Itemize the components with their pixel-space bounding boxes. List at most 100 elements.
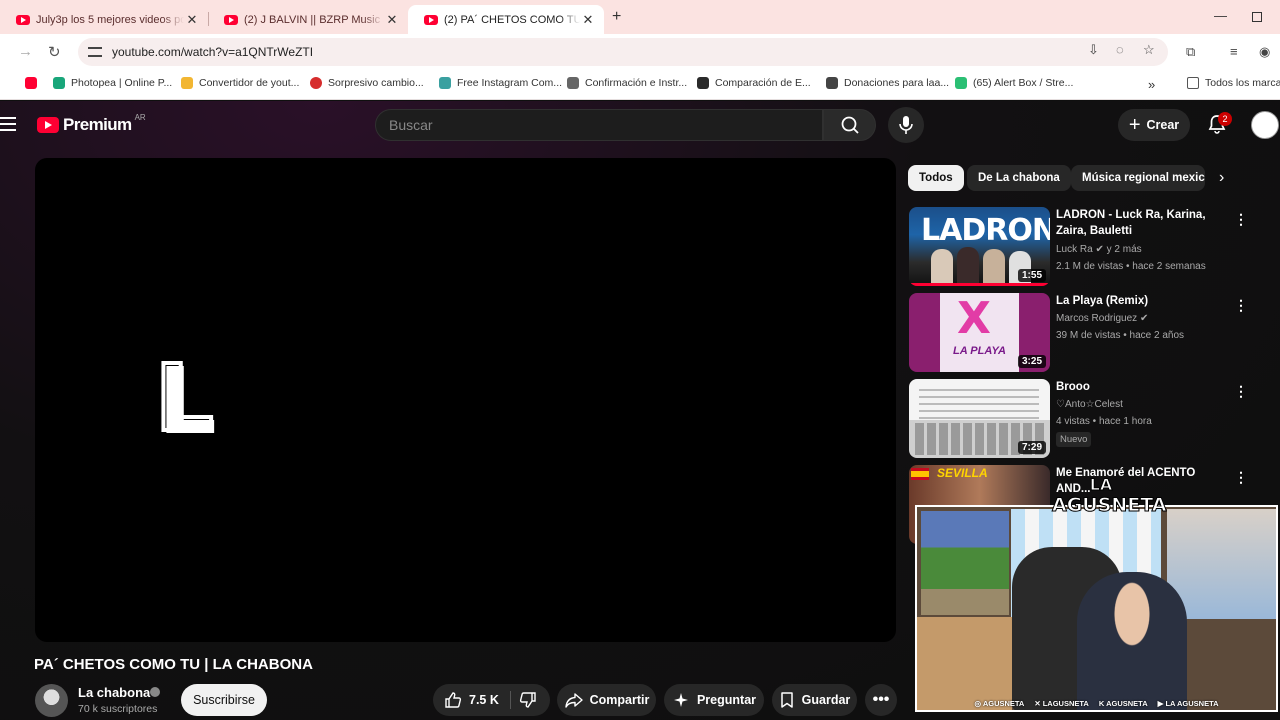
bookmark-item[interactable]: Photopea | Online P... [53, 77, 172, 89]
search-button[interactable] [823, 109, 876, 141]
youtube-premium-logo[interactable]: Premium AR [37, 112, 146, 135]
bookmark-favicon-icon [955, 77, 967, 89]
person-figure [931, 249, 953, 286]
minimize-icon[interactable]: — [1214, 8, 1227, 23]
streamer-figure [1077, 572, 1187, 710]
like-button[interactable]: 7.5 K [433, 691, 510, 709]
video-duration: 3:25 [1017, 355, 1046, 368]
country-code: AR [134, 112, 146, 122]
profile-icon[interactable]: ◉ [1259, 44, 1270, 60]
subscribe-button[interactable]: Suscribirse [181, 684, 267, 716]
channel-name[interactable]: Marcos Rodriguez ✔ [1056, 313, 1148, 324]
dislike-button[interactable] [510, 691, 537, 709]
search-input[interactable]: Buscar [375, 109, 823, 141]
browser-tab[interactable]: (2) J BALVIN || BZRP Music Sess ✕ [208, 5, 408, 34]
plus-icon: + [1128, 114, 1141, 136]
verified-icon [150, 687, 160, 697]
spain-flag-icon [911, 468, 929, 480]
chip-todos[interactable]: Todos [908, 165, 964, 191]
install-app-icon[interactable]: ⇩ [1088, 42, 1099, 58]
bookmarks-bar: Photopea | Online P... Convertidor de yo… [0, 70, 1280, 100]
video-player[interactable]: L [35, 158, 896, 642]
video-thumbnail[interactable]: X LA PLAYA 3:25 [909, 293, 1050, 372]
recommendation-item[interactable]: X LA PLAYA 3:25 La Playa (Remix) Marcos … [909, 293, 1259, 375]
url-bar[interactable]: youtube.com/watch?v=a1QNTrWeZTI [78, 38, 1168, 66]
more-bookmarks-icon[interactable]: » [1148, 77, 1155, 92]
forward-icon[interactable]: → [18, 43, 33, 60]
video-title: PA´ CHETOS COMO TU | LA CHABONA [34, 656, 313, 673]
voice-search-button[interactable] [888, 107, 924, 143]
logo-line: AGUSNETA [1052, 494, 1167, 516]
bookmark-item[interactable]: Free Instagram Com... [439, 77, 562, 89]
browser-tab-active[interactable]: (2) PA´ CHETOS COMO TU | LA CH ✕ [408, 5, 604, 34]
bookmark-item[interactable]: Sorpresivo cambio... [310, 77, 424, 89]
new-tab-icon[interactable]: + [612, 8, 621, 26]
video-duration: 1:55 [1017, 269, 1046, 282]
streamer-webcam-overlay: ◎ AGUSNETA ✕ LAGUSNETA K AGUSNETA ▶ LA A… [915, 505, 1278, 712]
bookmark-star-icon[interactable]: ☆ [1143, 42, 1155, 58]
video-title: La Playa (Remix) [1056, 295, 1149, 307]
share-button[interactable]: Compartir [557, 684, 656, 716]
bookmark-label: Donaciones para laa... [844, 77, 950, 89]
video-thumbnail[interactable]: LADRON 1:55 [909, 207, 1050, 286]
chip-label: De La chabona [978, 172, 1060, 184]
more-actions-button[interactable]: ••• [865, 684, 897, 716]
tab-close-icon[interactable]: ✕ [580, 12, 596, 28]
channel-name[interactable]: ♡Anto☆Celest [1056, 399, 1123, 410]
address-bar-row: → ↻ youtube.com/watch?v=a1QNTrWeZTI ⇩ ◌ … [0, 34, 1280, 70]
like-dislike-group: 7.5 K [433, 684, 550, 716]
screen-content-lines [919, 389, 1039, 419]
reload-icon[interactable]: ↻ [48, 43, 61, 61]
channel-name[interactable]: La chabona [78, 685, 150, 700]
chevron-right-icon[interactable]: › [1219, 169, 1224, 187]
browser-tab[interactable]: July3p los 5 mejores videos por ✕ [0, 5, 208, 34]
media-control-icon[interactable]: ≡ [1230, 44, 1238, 59]
more-vertical-icon[interactable]: ⋮ [1234, 297, 1248, 314]
channel-avatar[interactable] [35, 684, 68, 717]
bookmark-item[interactable]: (65) Alert Box / Stre... [955, 77, 1073, 89]
x-graphic-icon: X [957, 293, 991, 344]
chip-channel[interactable]: De La chabona [967, 165, 1071, 191]
site-settings-icon[interactable] [88, 47, 102, 57]
more-vertical-icon[interactable]: ⋮ [1234, 383, 1248, 400]
channel-suffix: y 2 más [1106, 244, 1142, 255]
notification-count-badge: 2 [1218, 112, 1232, 126]
save-button[interactable]: Guardar [772, 684, 857, 716]
bookmark-label: Confirmación e Instr... [585, 77, 688, 89]
channel-name[interactable]: Luck Ra ✔ y 2 más [1056, 244, 1142, 255]
account-avatar[interactable] [1251, 111, 1279, 139]
like-count: 7.5 K [469, 693, 499, 707]
recommendation-item[interactable]: 7:29 Brooo ♡Anto☆Celest 4 vistas • hace … [909, 379, 1259, 461]
instagram-handle: ◎ AGUSNETA [974, 699, 1025, 708]
tab-title: (2) J BALVIN || BZRP Music Sess [244, 13, 384, 26]
extensions-icon[interactable]: ⧉ [1186, 44, 1195, 60]
recommendation-item[interactable]: LADRON 1:55 LADRON - Luck Ra, Karina, Za… [909, 207, 1259, 289]
create-button[interactable]: + Crear [1118, 109, 1190, 141]
more-vertical-icon[interactable]: ⋮ [1234, 469, 1248, 486]
bookmark-favicon-icon [53, 77, 65, 89]
eye-off-icon[interactable]: ◌ [1116, 42, 1124, 57]
chip-genre[interactable]: Música regional mexicana [1071, 165, 1205, 191]
youtube-bookmark-icon[interactable] [25, 77, 43, 89]
search-icon [841, 116, 859, 134]
bookmark-item[interactable]: Comparación de E... [697, 77, 811, 89]
bookmark-favicon-icon [439, 77, 451, 89]
more-vertical-icon[interactable]: ⋮ [1234, 211, 1248, 228]
ask-button[interactable]: Preguntar [664, 684, 764, 716]
watch-progress-bar [909, 283, 1050, 286]
bookmark-item[interactable]: Donaciones para laa... [826, 77, 949, 89]
video-thumbnail[interactable]: 7:29 [909, 379, 1050, 458]
all-bookmarks-folder[interactable]: Todos los marca [1187, 77, 1280, 89]
tab-close-icon[interactable]: ✕ [184, 12, 200, 28]
bookmark-item[interactable]: Convertidor de yout... [181, 77, 299, 89]
bookmark-item[interactable]: Confirmación e Instr... [567, 77, 687, 89]
menu-icon[interactable] [0, 117, 16, 131]
tab-close-icon[interactable]: ✕ [384, 12, 400, 28]
youtube-handle: ▶ LA AGUSNETA [1157, 699, 1219, 708]
youtube-page: Premium AR Buscar + Crear 2 L PA´ CHETOS… [0, 101, 1280, 720]
maximize-icon[interactable] [1252, 12, 1262, 22]
browser-tab-strip: July3p los 5 mejores videos por ✕ (2) J … [0, 0, 1280, 34]
chip-label: Todos [919, 172, 953, 184]
video-title: LADRON - Luck Ra, Karina, Zaira, Baulett… [1056, 209, 1206, 237]
thumbnail-title-art: LADRON [921, 213, 1050, 248]
